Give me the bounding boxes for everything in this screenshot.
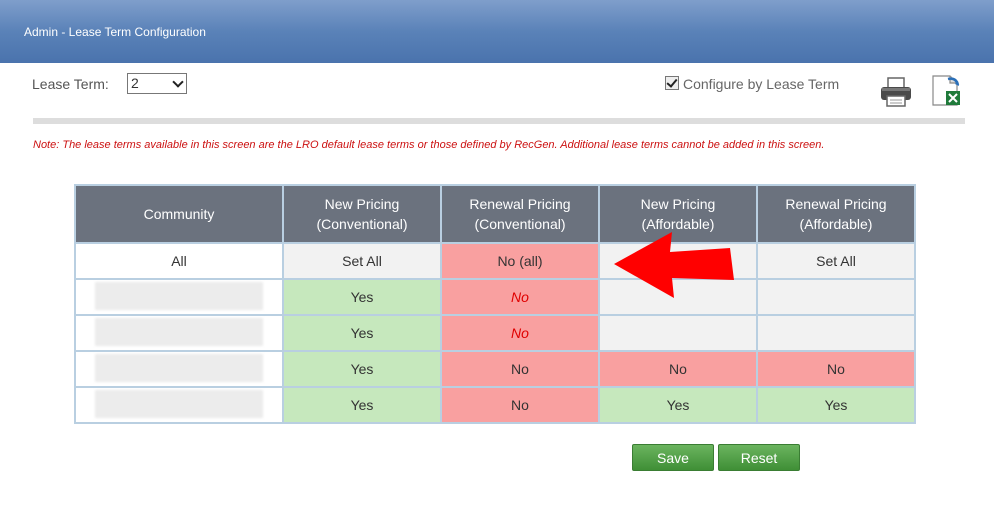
header-label: New Pricing [640,196,716,212]
col-renew-conv: Renewal Pricing (Conventional) [440,184,600,244]
toggle-cell[interactable]: Yes [282,350,442,388]
red-arrow-annotation [614,232,734,298]
excel-export-icon[interactable] [930,73,964,107]
community-cell [74,278,284,316]
set-all-new-conv-button[interactable]: Set All [282,242,442,280]
divider [33,118,965,124]
toggle-cell[interactable]: No [598,350,758,388]
community-name-blurred [95,389,263,418]
community-cell [74,350,284,388]
header-label: Renewal Pricing [469,196,571,212]
table-row: Yes No [74,314,916,352]
toggle-cell[interactable]: Yes [282,278,442,316]
toggle-cell[interactable]: No [756,350,916,388]
col-community: Community [74,184,284,244]
header-label: Renewal Pricing [785,196,887,212]
header-sublabel: (Affordable) [799,216,873,232]
save-button[interactable]: Save [632,444,714,471]
header-label: New Pricing [324,196,400,212]
page-title: Admin - Lease Term Configuration [24,25,206,39]
col-renew-aff: Renewal Pricing (Affordable) [756,184,916,244]
configure-by-lease-term[interactable]: Configure by Lease Term [665,76,839,92]
header-sublabel: (Conventional) [474,216,566,232]
toggle-cell[interactable]: No [440,386,600,424]
toggle-cell[interactable]: No [440,314,600,352]
table-header-row: Community New Pricing (Conventional) Rene… [74,184,916,244]
toggle-cell[interactable]: No [440,278,600,316]
lease-term-label: Lease Term: [32,76,109,92]
header-sublabel: (Conventional) [316,216,408,232]
table-row: Yes No No No [74,350,916,388]
lease-term-value: 2 [131,75,139,91]
toggle-cell[interactable]: Yes [756,386,916,424]
set-all-renew-aff-button[interactable]: Set All [756,242,916,280]
toggle-cell[interactable] [756,314,916,352]
community-all-cell: All [74,242,284,280]
header-label: Community [143,206,215,222]
note-text: Note: The lease terms available in this … [33,139,825,151]
table-row: Yes No [74,278,916,316]
configure-label: Configure by Lease Term [683,76,840,92]
toggle-cell[interactable] [598,314,758,352]
toggle-cell[interactable] [756,278,916,316]
community-name-blurred [95,281,263,310]
toggle-cell[interactable]: Yes [282,314,442,352]
community-name-blurred [95,353,263,382]
reset-button[interactable]: Reset [718,444,800,471]
lease-term-table: Community New Pricing (Conventional) Rene… [74,184,916,424]
lease-term-select[interactable]: 2 [127,73,187,94]
printer-icon[interactable] [879,77,913,107]
community-name-blurred [95,317,263,346]
community-cell [74,386,284,424]
col-new-conv: New Pricing (Conventional) [282,184,442,244]
toggle-cell[interactable]: No [440,350,600,388]
community-cell [74,314,284,352]
table-row-all: All Set All No (all) Set All [74,242,916,280]
toggle-cell[interactable]: Yes [282,386,442,424]
table-row: Yes No Yes Yes [74,386,916,424]
configure-checkbox[interactable] [665,76,679,90]
no-all-renew-conv-button[interactable]: No (all) [440,242,600,280]
toggle-cell[interactable]: Yes [598,386,758,424]
app-header: Admin - Lease Term Configuration [0,0,994,63]
chevron-down-icon [172,76,184,88]
